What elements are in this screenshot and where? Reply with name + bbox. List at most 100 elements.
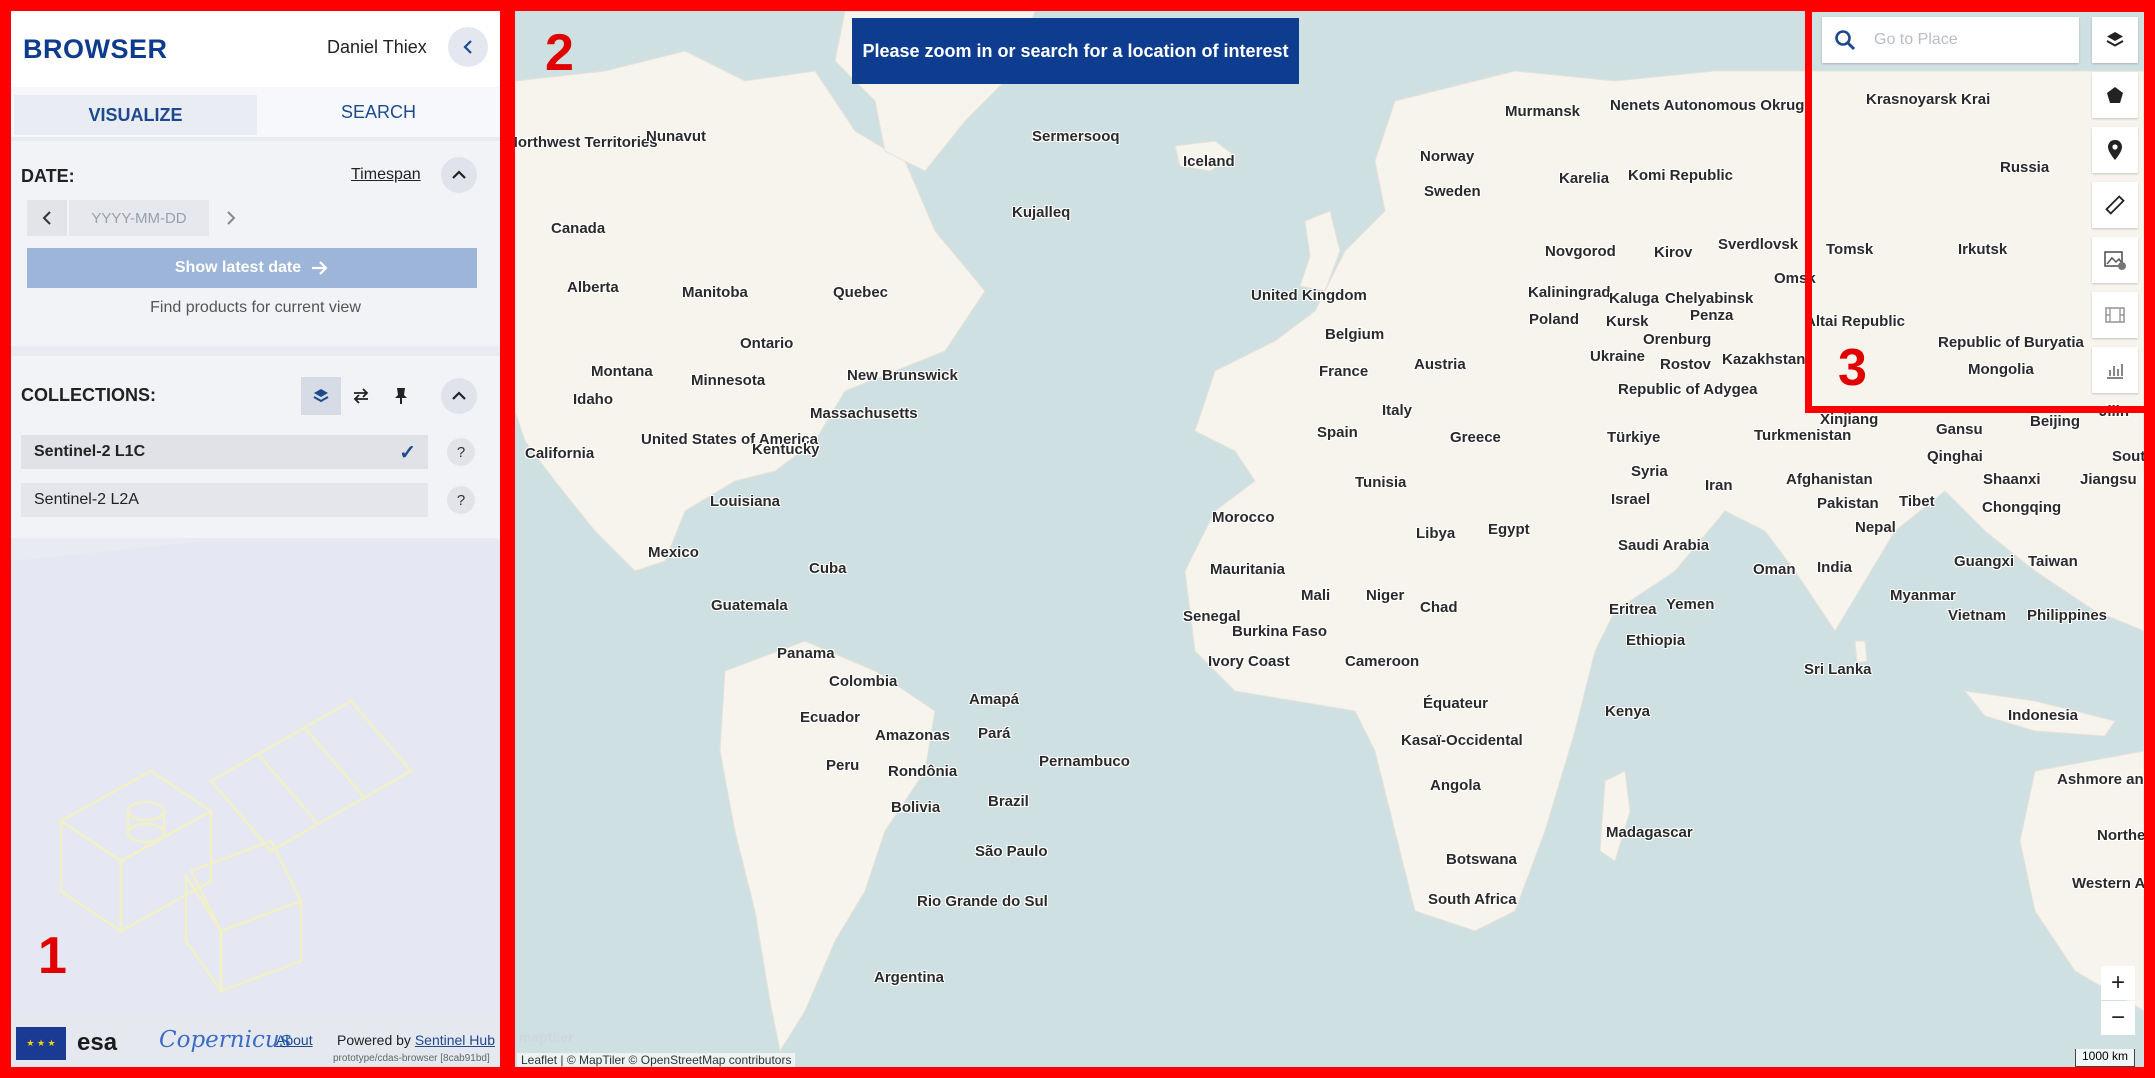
screenshot-root: BROWSER Daniel Thiex VISUALIZE SEARCH DA… [0,0,2155,1078]
map-label: Italy [1382,402,1413,419]
map-label: Altai Republic [1805,313,1906,330]
layers-view-button[interactable] [301,377,341,415]
sidebar-footer: ★ ★ ★ esa Copernicus About Powered by Se… [11,1013,500,1067]
pin-icon [2108,140,2122,160]
annotation-number-1: 1 [38,927,67,985]
map-label: California [525,445,595,462]
map-label: Eritrea [1609,601,1657,618]
zoom-in-button[interactable]: + [2101,966,2135,1000]
map-label: Oman [1753,561,1796,578]
map-label: Pará [978,725,1011,742]
map-label: Vietnam [1948,607,2007,624]
map-label: Russia [2000,159,2050,176]
map-label: Western Australia [2072,875,2144,892]
sidebar-header: BROWSER Daniel Thiex [11,11,500,87]
map-label: Montana [591,363,653,380]
map-label: Novgorod [1545,243,1616,260]
map-label: Irkutsk [1958,241,2008,258]
timelapse-button[interactable] [2092,292,2138,338]
map-label: South Africa [1428,891,1517,908]
map-label: Chongqing [1982,499,2062,516]
map-label: Norway [1420,148,1475,165]
place-pin-button[interactable] [2092,127,2138,173]
collection-item-sentinel-2-l2a[interactable]: Sentinel-2 L2A [21,483,428,517]
user-name[interactable]: Daniel Thiex [327,37,427,58]
show-latest-date-button[interactable]: Show latest date [27,248,477,288]
map-label: Cameroon [1345,653,1420,670]
esa-logo: esa [77,1029,118,1056]
help-button[interactable]: ? [447,438,475,466]
eu-flag-logo: ★ ★ ★ [16,1027,66,1060]
image-download-button[interactable] [2092,237,2138,283]
map-label: Amapá [969,691,1020,708]
map-label: Nepal [1855,519,1896,536]
sidebar: BROWSER Daniel Thiex VISUALIZE SEARCH DA… [11,11,500,1067]
annotation-number-3: 3 [1838,339,1867,397]
compare-view-button[interactable] [341,377,381,415]
map-label: Israel [1611,491,1651,508]
annotation-number-2: 2 [545,24,574,82]
map-label: France [1319,363,1369,380]
tab-search[interactable]: SEARCH [257,87,500,137]
search-icon [1835,30,1856,51]
map-label: Türkiye [1607,429,1661,446]
draw-polygon-button[interactable] [2092,72,2138,118]
map-view[interactable]: Northwest Territories Nunavut Sermersooq Ic… [515,11,2144,1067]
map-label: Mongolia [1968,361,2034,378]
help-button[interactable]: ? [447,486,475,514]
about-link[interactable]: About [276,1032,313,1048]
previous-date-button[interactable] [27,200,67,236]
map-label: Kujalleq [1012,204,1071,221]
collapse-collections-button[interactable] [441,378,477,414]
map-label: Kaliningrad [1528,284,1611,301]
chevron-left-icon [42,211,51,225]
map-label: Rostov [1660,356,1711,373]
collections-panel: COLLECTIONS: Sentinel-2 L1C ✓ ? Sentinel… [11,356,500,538]
pushpin-icon [395,388,407,404]
search-place-field[interactable]: Go to Place [1822,17,2079,63]
map-label: Afghanistan [1786,471,1873,488]
brand-logo: BROWSER [23,34,168,64]
film-icon [2105,307,2125,323]
map-label: Chad [1420,599,1458,616]
date-label: DATE: [21,166,75,186]
map-label: Manitoba [682,284,748,301]
map-label: Burkina Faso [1232,623,1328,640]
pin-view-button[interactable] [381,377,421,415]
swap-icon [353,388,369,404]
map-label: Northwest Territories [515,134,658,151]
checkmark-icon: ✓ [399,441,416,464]
map-label: Mexico [648,544,699,561]
zoom-out-button[interactable]: − [2101,1001,2135,1035]
map-label: Peru [826,757,860,774]
map-label: Jilin [2099,403,2130,420]
polygon-icon [2107,87,2123,103]
find-products-link[interactable]: Find products for current view [11,299,500,317]
maptiler-watermark: maptiler [519,1029,574,1045]
map-label: Panama [777,645,835,662]
layers-icon [313,389,329,403]
collections-label: COLLECTIONS: [21,385,156,405]
map-label: Turkmenistan [1754,427,1852,444]
collapse-sidebar-button[interactable] [448,27,488,67]
map-attribution[interactable]: Leaflet | © MapTiler © OpenStreetMap con… [517,1053,796,1067]
map-label: Équateur [1423,695,1489,712]
map-label: India [1817,559,1853,576]
map-label: Republic of Buryatia [1938,334,2084,351]
map-label: Iran [1705,477,1733,494]
map-label: Cuba [809,560,847,577]
next-date-button[interactable] [211,200,251,236]
collection-item-sentinel-2-l1c[interactable]: Sentinel-2 L1C ✓ [21,435,428,469]
tab-visualize[interactable]: VISUALIZE [14,95,257,135]
measure-button[interactable] [2092,182,2138,228]
date-input[interactable]: YYYY-MM-DD [69,200,209,236]
map-label: Omsk [1774,270,1816,287]
collapse-date-button[interactable] [441,157,477,193]
map-label: Iceland [1183,153,1235,170]
world-map-land [515,11,2144,1053]
layers-tool-button[interactable] [2092,17,2138,63]
timespan-link[interactable]: Timespan [351,166,421,184]
map-label: Pakistan [1817,495,1879,512]
statistics-button[interactable] [2092,347,2138,393]
sentinel-hub-link[interactable]: Sentinel Hub [415,1032,495,1048]
